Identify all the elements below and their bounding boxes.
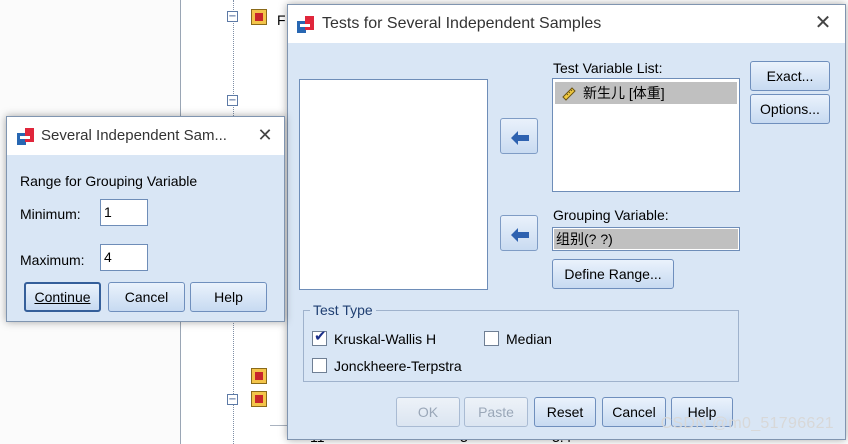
cancel-button[interactable]: Cancel	[108, 282, 185, 312]
list-item[interactable]: 新生儿 [体重]	[555, 82, 737, 104]
range-dialog-title: Several Independent Sam...	[41, 127, 227, 144]
spss-app-icon	[297, 16, 314, 33]
test-variable-name: 新生儿 [体重]	[583, 85, 665, 101]
grouping-variable-label: Grouping Variable:	[553, 207, 669, 223]
exact-button[interactable]: Exact...	[750, 61, 830, 91]
reset-label: Reset	[546, 404, 584, 420]
dialog-title: Tests for Several Independent Samples	[322, 15, 602, 32]
output-item-icon[interactable]	[251, 368, 267, 384]
cancel-label: Cancel	[124, 289, 169, 305]
test-variable-list[interactable]: 新生儿 [体重]	[552, 78, 740, 192]
median-label[interactable]: Median	[506, 331, 552, 347]
test-type-legend: Test Type	[310, 302, 376, 318]
arrow-left-icon	[511, 131, 529, 145]
ok-label: OK	[417, 404, 439, 420]
maximum-label: Maximum:	[20, 252, 85, 268]
arrow-left-icon	[511, 228, 529, 242]
output-item-icon[interactable]	[251, 391, 267, 407]
grouping-variable-value: 组别(? ?)	[554, 229, 738, 249]
exact-label: Exact...	[766, 68, 814, 84]
scale-variable-icon	[562, 87, 576, 101]
jonckheere-terpstra-checkbox[interactable]	[312, 358, 327, 373]
kruskal-wallis-checkbox[interactable]: ✔	[312, 328, 327, 346]
maximum-input[interactable]: 4	[100, 244, 148, 271]
test-variable-list-label: Test Variable List:	[553, 60, 663, 76]
move-to-grouping-button[interactable]	[500, 215, 538, 251]
move-to-test-list-button[interactable]	[500, 118, 538, 154]
kruskal-wallis-label[interactable]: Kruskal-Wallis H	[334, 331, 436, 347]
close-icon[interactable]: ✕	[808, 11, 838, 37]
paste-label: Paste	[478, 404, 514, 420]
grouping-variable-field[interactable]: 组别(? ?)	[552, 227, 740, 251]
tests-several-independent-samples-dialog: Tests for Several Independent Samples ✕ …	[287, 4, 846, 440]
jonckheere-terpstra-label[interactable]: Jonckheere-Terpstra	[334, 358, 462, 374]
define-range-dialog: Several Independent Sam... ✕ Range for G…	[6, 116, 285, 322]
range-heading: Range for Grouping Variable	[20, 173, 198, 189]
close-icon[interactable]: ✕	[250, 123, 280, 149]
reset-button[interactable]: Reset	[534, 397, 596, 427]
options-button[interactable]: Options...	[750, 94, 830, 124]
continue-button[interactable]: Continue	[24, 282, 101, 312]
tree-label-fragment: F	[277, 12, 286, 28]
checkmark-icon: ✔	[314, 328, 327, 345]
ok-button[interactable]: OK	[396, 397, 460, 427]
paste-button[interactable]: Paste	[464, 397, 528, 427]
spss-app-icon	[17, 128, 34, 145]
tree-collapse-icon[interactable]: −	[227, 95, 238, 106]
define-range-button[interactable]: Define Range...	[552, 259, 674, 289]
options-label: Options...	[760, 101, 820, 117]
help-label: Help	[214, 289, 243, 305]
watermark: CSDN @m0_51796621	[660, 415, 834, 432]
range-title-bar[interactable]: Several Independent Sam... ✕	[7, 117, 284, 155]
tree-collapse-icon[interactable]: −	[227, 394, 238, 405]
title-bar[interactable]: Tests for Several Independent Samples ✕	[288, 5, 845, 43]
define-range-label: Define Range...	[564, 266, 662, 282]
median-checkbox[interactable]	[484, 331, 499, 346]
help-button[interactable]: Help	[190, 282, 267, 312]
tree-collapse-icon[interactable]: −	[227, 11, 238, 22]
source-variable-list[interactable]	[299, 79, 488, 290]
cancel-label: Cancel	[612, 404, 656, 420]
continue-label: Continue	[34, 289, 91, 305]
cancel-button[interactable]: Cancel	[602, 397, 666, 427]
output-item-icon[interactable]	[251, 9, 267, 25]
minimum-label: Minimum:	[20, 206, 81, 222]
minimum-input[interactable]: 1	[100, 199, 148, 226]
